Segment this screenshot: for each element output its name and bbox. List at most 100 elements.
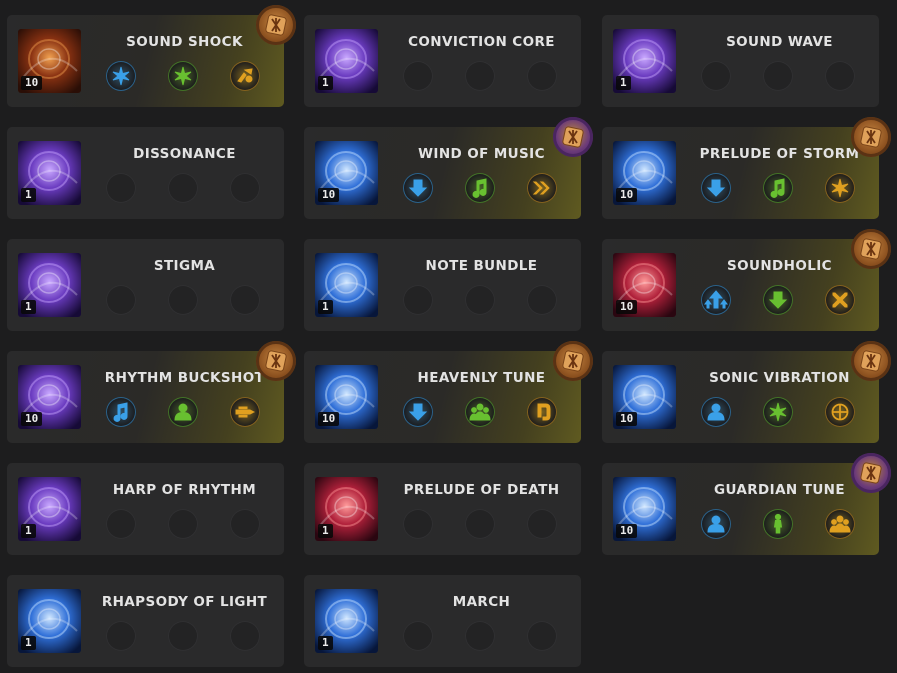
- skill-name: RHAPSODY OF LIGHT: [101, 594, 268, 610]
- skill-card[interactable]: 1 RHAPSODY OF LIGHT: [7, 575, 284, 667]
- tripod-person-icon[interactable]: [701, 397, 731, 427]
- skill-level-badge: 10: [21, 76, 43, 90]
- skill-card[interactable]: 1 STIGMA: [7, 239, 284, 331]
- skill-level-badge: 10: [616, 412, 638, 426]
- skill-card[interactable]: 10 SONIC VIBRATION: [602, 351, 879, 443]
- tripod-burst-icon[interactable]: [763, 397, 793, 427]
- empty-tripod-slot[interactable]: [763, 61, 793, 91]
- tripod-down-arrow-icon[interactable]: [403, 397, 433, 427]
- rune-icon[interactable]: [851, 229, 891, 269]
- empty-tripod-slot[interactable]: [527, 621, 557, 651]
- skill-icon[interactable]: 1: [315, 29, 378, 93]
- skill-card[interactable]: 1 MARCH: [304, 575, 581, 667]
- empty-tripod-slot[interactable]: [230, 509, 260, 539]
- rune-icon[interactable]: [851, 341, 891, 381]
- tripod-down-arrow-icon[interactable]: [403, 173, 433, 203]
- empty-tripod-slot[interactable]: [230, 173, 260, 203]
- skill-icon[interactable]: 10: [613, 141, 676, 205]
- rune-icon[interactable]: [256, 5, 296, 45]
- empty-tripod-slot[interactable]: [106, 621, 136, 651]
- skill-card[interactable]: 10 PRELUDE OF STORM: [602, 127, 879, 219]
- empty-tripod-slot[interactable]: [527, 61, 557, 91]
- rune-icon[interactable]: [851, 453, 891, 493]
- tripod-target-icon[interactable]: [825, 397, 855, 427]
- tripod-up-arrows-icon[interactable]: [701, 285, 731, 315]
- empty-tripod-slot[interactable]: [230, 285, 260, 315]
- skill-icon[interactable]: 10: [315, 365, 378, 429]
- empty-tripod-slot[interactable]: [527, 509, 557, 539]
- empty-tripod-slot[interactable]: [106, 173, 136, 203]
- skill-card[interactable]: 1 HARP OF RHYTHM: [7, 463, 284, 555]
- skill-card[interactable]: 10 HEAVENLY TUNE: [304, 351, 581, 443]
- empty-tripod-slot[interactable]: [465, 285, 495, 315]
- rune-icon[interactable]: [256, 341, 296, 381]
- empty-tripod-slot[interactable]: [106, 285, 136, 315]
- tripod-cross-swords-icon[interactable]: [825, 285, 855, 315]
- tripod-double-chevron-icon[interactable]: [527, 173, 557, 203]
- skill-card[interactable]: 1 SOUND WAVE: [602, 15, 879, 107]
- empty-tripod-slot[interactable]: [465, 621, 495, 651]
- skill-icon[interactable]: 10: [613, 365, 676, 429]
- rune-icon[interactable]: [553, 341, 593, 381]
- empty-tripod-slot[interactable]: [403, 61, 433, 91]
- skill-icon[interactable]: 1: [18, 477, 81, 541]
- empty-tripod-slot[interactable]: [230, 621, 260, 651]
- skill-icon[interactable]: 1: [315, 253, 378, 317]
- skill-icon[interactable]: 10: [613, 253, 676, 317]
- empty-tripod-slot[interactable]: [701, 61, 731, 91]
- tripod-hook-icon[interactable]: [527, 397, 557, 427]
- tripod-horns-icon[interactable]: [230, 61, 260, 91]
- skill-icon[interactable]: 1: [315, 589, 378, 653]
- skill-icon[interactable]: 10: [613, 477, 676, 541]
- empty-tripod-slot[interactable]: [465, 61, 495, 91]
- skill-icon[interactable]: 1: [18, 589, 81, 653]
- tripod-standing-person-icon[interactable]: [763, 509, 793, 539]
- skill-icon[interactable]: 10: [315, 141, 378, 205]
- skill-name: HEAVENLY TUNE: [417, 370, 546, 386]
- skill-icon[interactable]: 1: [18, 141, 81, 205]
- skill-card[interactable]: 1 CONVICTION CORE: [304, 15, 581, 107]
- empty-tripod-slot[interactable]: [106, 509, 136, 539]
- tripod-down-arrow-icon[interactable]: [701, 173, 731, 203]
- empty-tripod-slot[interactable]: [403, 509, 433, 539]
- tripod-person-icon[interactable]: [168, 397, 198, 427]
- skill-icon[interactable]: 10: [18, 365, 81, 429]
- skill-card[interactable]: 10 GUARDIAN TUNE: [602, 463, 879, 555]
- skill-icon[interactable]: 1: [315, 477, 378, 541]
- empty-tripod-slot[interactable]: [168, 173, 198, 203]
- empty-tripod-slot[interactable]: [168, 621, 198, 651]
- skill-card[interactable]: 10 SOUNDHOLIC: [602, 239, 879, 331]
- skill-level-badge: 1: [318, 636, 333, 650]
- empty-tripod-slot[interactable]: [403, 621, 433, 651]
- skill-card[interactable]: 10 RHYTHM BUCKSHOT: [7, 351, 284, 443]
- skill-level-badge: 1: [21, 188, 36, 202]
- tripod-music-note-icon[interactable]: [763, 173, 793, 203]
- tripod-music-note-icon[interactable]: [465, 173, 495, 203]
- skill-card[interactable]: 1 DISSONANCE: [7, 127, 284, 219]
- empty-tripod-slot[interactable]: [825, 61, 855, 91]
- skill-icon[interactable]: 1: [613, 29, 676, 93]
- skill-card[interactable]: 1 PRELUDE OF DEATH: [304, 463, 581, 555]
- empty-tripod-slot[interactable]: [168, 285, 198, 315]
- skill-icon[interactable]: 1: [18, 253, 81, 317]
- skill-card[interactable]: 10 WIND OF MUSIC: [304, 127, 581, 219]
- empty-tripod-slot[interactable]: [403, 285, 433, 315]
- tripod-group-icon[interactable]: [825, 509, 855, 539]
- skill-card[interactable]: 10 SOUND SHOCK: [7, 15, 284, 107]
- tripod-music-note-icon[interactable]: [106, 397, 136, 427]
- rune-icon[interactable]: [553, 117, 593, 157]
- tripod-down-arrow-icon[interactable]: [763, 285, 793, 315]
- skill-name: DISSONANCE: [133, 146, 236, 162]
- tripod-group-icon[interactable]: [465, 397, 495, 427]
- skill-card[interactable]: 1 NOTE BUNDLE: [304, 239, 581, 331]
- empty-tripod-slot[interactable]: [527, 285, 557, 315]
- tripod-speed-lines-icon[interactable]: [230, 397, 260, 427]
- tripod-burst-icon[interactable]: [106, 61, 136, 91]
- rune-icon[interactable]: [851, 117, 891, 157]
- tripod-burst-icon[interactable]: [168, 61, 198, 91]
- empty-tripod-slot[interactable]: [168, 509, 198, 539]
- tripod-person-icon[interactable]: [701, 509, 731, 539]
- tripod-burst-icon[interactable]: [825, 173, 855, 203]
- skill-icon[interactable]: 10: [18, 29, 81, 93]
- empty-tripod-slot[interactable]: [465, 509, 495, 539]
